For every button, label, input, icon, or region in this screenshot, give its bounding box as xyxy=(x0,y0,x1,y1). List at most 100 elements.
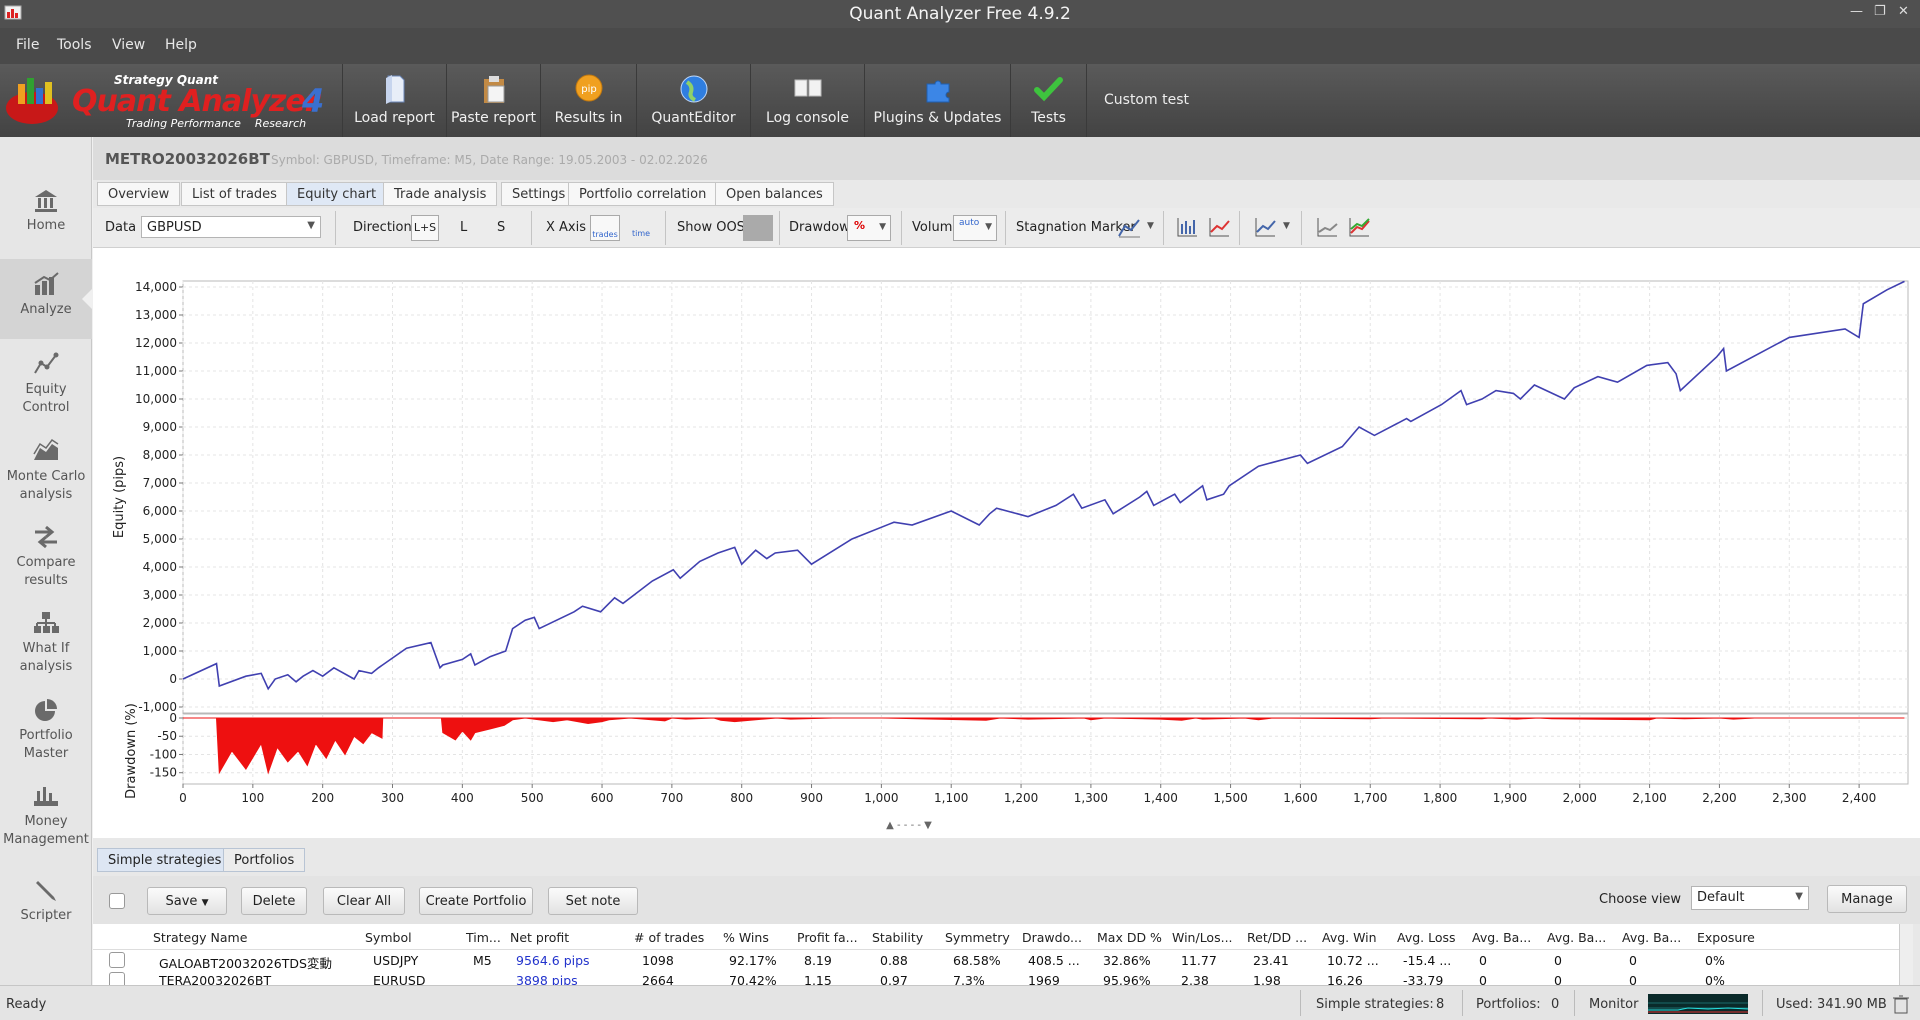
data-select[interactable]: GBPUSD ▼ xyxy=(141,216,321,238)
tab-open-balances[interactable]: Open balances xyxy=(715,182,834,206)
drawdown-select[interactable]: % ▼ xyxy=(847,215,891,241)
menu-help[interactable]: Help xyxy=(165,37,197,53)
create-portfolio-button[interactable]: Create Portfolio xyxy=(419,887,533,915)
simple-strategies-count: 8 xyxy=(1436,997,1445,1012)
equity-chart[interactable]: 14,000 13,000 12,000 11,000 10,000 9,000 8,000… xyxy=(93,248,1920,838)
menu-file[interactable]: File xyxy=(16,37,39,53)
chart-type-icon[interactable] xyxy=(1253,216,1277,238)
select-all-checkbox[interactable] xyxy=(109,893,125,909)
column-header[interactable]: Max DD % xyxy=(1097,930,1162,945)
sidebar-item-home[interactable]: Home xyxy=(0,187,92,235)
column-header[interactable]: Symmetry xyxy=(945,930,1010,945)
sidebar-item-money-management[interactable]: Money Management xyxy=(0,783,92,849)
menu-tools[interactable]: Tools xyxy=(57,37,92,53)
volume-select[interactable]: auto ▼ xyxy=(953,215,997,241)
chevron-down-icon: ▼ xyxy=(201,898,209,908)
log-console-icon xyxy=(794,79,821,97)
log-console-button[interactable]: Log console xyxy=(750,64,864,137)
splitter-handle-icon: ▲ - - - - ▼ xyxy=(886,820,932,831)
column-header[interactable]: # of trades xyxy=(634,930,704,945)
header-divider xyxy=(93,949,1913,950)
bar-chart-icon[interactable] xyxy=(1175,216,1199,238)
minimize-icon[interactable]: — xyxy=(1850,4,1863,19)
column-header[interactable]: Avg. Win xyxy=(1322,930,1377,945)
show-oos-toggle[interactable] xyxy=(743,215,773,241)
tab-trade-analysis[interactable]: Trade analysis xyxy=(383,182,498,206)
column-header[interactable]: Avg. Ba... xyxy=(1622,930,1681,945)
row-checkbox[interactable] xyxy=(109,972,125,985)
menu-view[interactable]: View xyxy=(112,37,145,53)
sidebar-item-compare[interactable]: Compare results xyxy=(0,524,92,590)
sidebar-item-portfolio-master[interactable]: Portfolio Master xyxy=(0,697,92,763)
x-tick-label: 300 xyxy=(381,791,404,805)
clear-all-button[interactable]: Clear All xyxy=(323,887,405,915)
strategy-table: Strategy Name Symbol Tim... Net profit #… xyxy=(93,924,1913,985)
data-select-value: GBPUSD xyxy=(147,220,202,235)
plugins-updates-button[interactable]: Plugins & Updates xyxy=(864,64,1010,137)
drawdown-tick-label: -50 xyxy=(157,729,177,743)
sidebar-item-analyze[interactable]: Analyze xyxy=(0,259,92,339)
column-header[interactable]: % Wins xyxy=(723,930,769,945)
load-report-button[interactable]: Load report xyxy=(342,64,446,137)
direction-long-short-toggle[interactable]: L+S xyxy=(411,215,439,241)
tab-simple-strategies[interactable]: Simple strategies xyxy=(97,848,233,872)
multi-line-chart-icon[interactable] xyxy=(1347,216,1371,238)
x-axis-time-toggle[interactable]: time xyxy=(626,215,656,241)
manage-button[interactable]: Manage xyxy=(1827,885,1907,913)
column-header[interactable]: Avg. Ba... xyxy=(1472,930,1531,945)
column-header[interactable]: Strategy Name xyxy=(153,930,247,945)
x-axis-trades-toggle[interactable]: trades xyxy=(590,215,620,241)
tab-equity-chart[interactable]: Equity chart xyxy=(286,182,388,206)
column-header[interactable]: Tim... xyxy=(466,930,501,945)
close-icon[interactable]: ✕ xyxy=(1898,4,1909,19)
direction-long-toggle[interactable]: L xyxy=(460,220,467,235)
table-scrollbar[interactable] xyxy=(1899,924,1913,985)
custom-test-button[interactable]: Custom test xyxy=(1104,92,1189,108)
column-header[interactable]: Profit fa... xyxy=(797,930,858,945)
sidebar-item-equity-control-label: Equity Control xyxy=(22,382,70,415)
x-tick-label: 1,300 xyxy=(1074,791,1108,805)
chevron-down-icon[interactable]: ▼ xyxy=(1147,221,1154,231)
tab-portfolio-correlation[interactable]: Portfolio correlation xyxy=(568,182,718,206)
sidebar-item-what-if[interactable]: What If analysis xyxy=(0,610,92,676)
column-header[interactable]: Stability xyxy=(872,930,923,945)
zoom-chart-icon[interactable] xyxy=(1315,216,1339,238)
tab-list-of-trades[interactable]: List of trades xyxy=(181,182,288,206)
column-header[interactable]: Avg. Loss xyxy=(1397,930,1456,945)
row-checkbox[interactable] xyxy=(109,952,125,968)
quanteditor-button[interactable]: QuantEditor xyxy=(636,64,750,137)
column-header[interactable]: Exposure xyxy=(1697,930,1755,945)
tab-settings[interactable]: Settings xyxy=(501,182,577,206)
column-header[interactable]: Symbol xyxy=(365,930,412,945)
sidebar-item-equity-control[interactable]: Equity Control xyxy=(0,351,92,417)
delete-button[interactable]: Delete xyxy=(241,887,307,915)
trash-icon[interactable] xyxy=(1892,994,1910,1014)
column-header[interactable]: Win/Los... xyxy=(1172,930,1233,945)
set-note-button[interactable]: Set note xyxy=(548,887,638,915)
portfolios-label: Portfolios: xyxy=(1476,997,1541,1012)
save-button[interactable]: Save ▼ xyxy=(147,887,227,915)
results-in-icon: pip xyxy=(575,74,602,102)
restore-icon[interactable]: ❐ xyxy=(1874,4,1886,19)
stagnation-marker-icon[interactable] xyxy=(1117,216,1141,238)
line-chart-icon[interactable] xyxy=(1207,216,1231,238)
column-header[interactable]: Drawdo... xyxy=(1022,930,1082,945)
direction-short-toggle[interactable]: S xyxy=(497,220,505,235)
column-header[interactable]: Net profit xyxy=(510,930,569,945)
tests-button[interactable]: Tests xyxy=(1010,64,1086,137)
chevron-down-icon: ▼ xyxy=(1795,891,1803,902)
choose-view-select[interactable]: Default ▼ xyxy=(1691,886,1809,910)
column-header[interactable]: Avg. Ba... xyxy=(1547,930,1606,945)
home-icon xyxy=(35,190,57,212)
x-tick-label: 0 xyxy=(179,791,187,805)
tab-overview[interactable]: Overview xyxy=(97,182,181,206)
sidebar-item-scripter[interactable]: Scripter xyxy=(0,877,92,925)
tab-portfolios[interactable]: Portfolios xyxy=(223,848,306,872)
toolbar-separator xyxy=(335,211,336,245)
results-in-button[interactable]: pip Results in xyxy=(540,64,636,137)
chevron-down-icon[interactable]: ▼ xyxy=(1283,221,1290,231)
table-cell: 1.98 xyxy=(1253,973,1281,985)
paste-report-button[interactable]: Paste report xyxy=(446,64,540,137)
column-header[interactable]: Ret/DD ... xyxy=(1247,930,1307,945)
sidebar-item-monte-carlo[interactable]: Monte Carlo analysis xyxy=(0,438,92,504)
